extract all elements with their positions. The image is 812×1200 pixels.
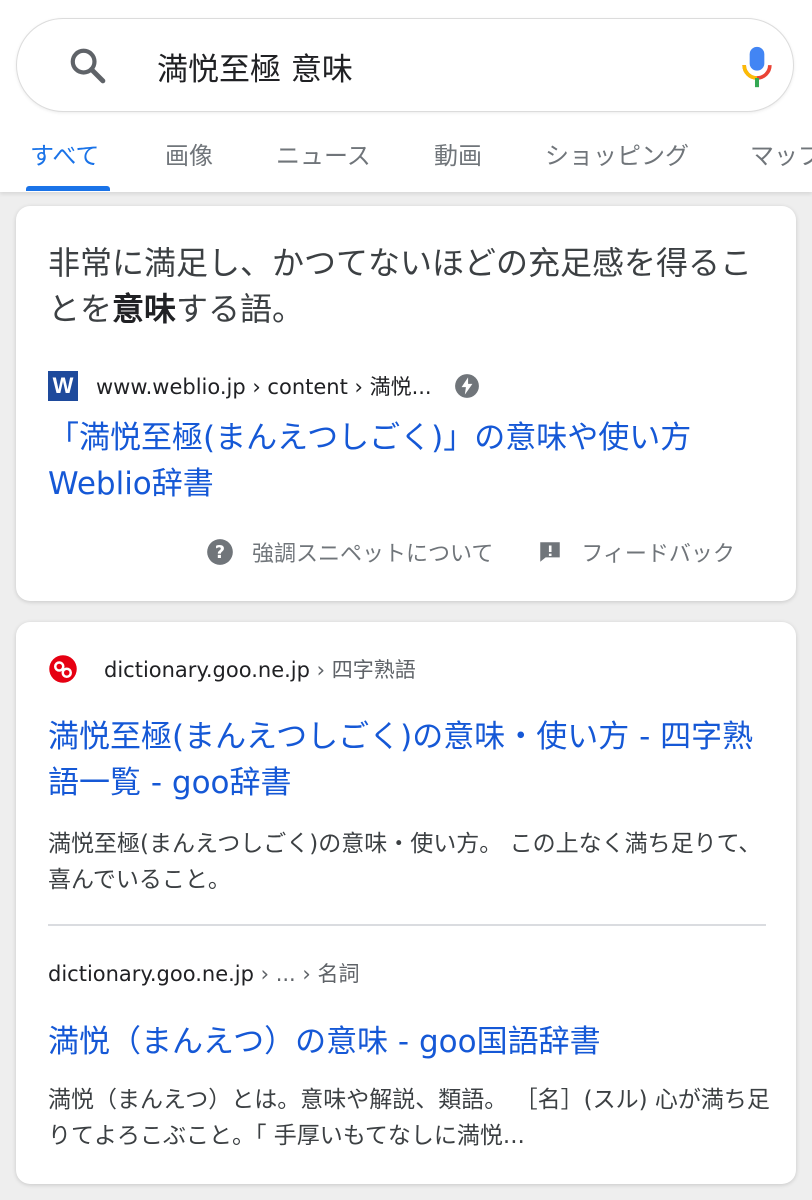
result-domain: dictionary.goo.ne.jp xyxy=(48,962,254,986)
result-url: dictionary.goo.ne.jp › ... › 名詞 xyxy=(48,958,359,988)
feedback-icon xyxy=(540,542,561,562)
help-icon: ? xyxy=(207,539,233,565)
microphone-icon[interactable] xyxy=(739,45,775,89)
tab-news[interactable]: ニュース xyxy=(276,136,371,171)
results-card: dictionary.goo.ne.jp › 四字熟語 満悦至極(まんえつしごく… xyxy=(16,622,796,1184)
header: すべて 画像 ニュース 動画 ショッピング マップ xyxy=(0,0,812,192)
featured-snippet-card: 非常に満足し、かつてないほどの充足感を得ることを意味する語。 W www.web… xyxy=(16,206,796,601)
tab-images[interactable]: 画像 xyxy=(165,136,213,171)
weblio-favicon-icon: W xyxy=(48,371,78,401)
search-tabs: すべて 画像 ニュース 動画 ショッピング マップ xyxy=(0,122,812,192)
source-url: www.weblio.jp › content › 満悦... xyxy=(96,371,432,401)
result-link[interactable]: 満悦至極(まんえつしごく)の意味・使い方 - 四字熟語一覧 - goo辞書 xyxy=(48,714,778,806)
answer-text-end: する語。 xyxy=(176,290,305,328)
snippet-result-link[interactable]: 「満悦至極(まんえつしごく)」の意味や使い方 Weblio辞書 xyxy=(48,415,778,507)
amp-lightning-icon xyxy=(454,374,479,398)
tab-maps[interactable]: マップ xyxy=(750,136,812,171)
snippet-source[interactable]: W www.weblio.jp › content › 満悦... xyxy=(48,369,480,403)
snippet-footer: ? 強調スニペットについて フィードバック xyxy=(206,536,735,568)
search-icon[interactable] xyxy=(67,45,109,87)
active-tab-indicator xyxy=(26,186,110,191)
about-snippets-link[interactable]: ? 強調スニペットについて xyxy=(206,536,493,568)
result-link[interactable]: 満悦（まんえつ）の意味 - goo国語辞書 xyxy=(48,1019,778,1065)
tab-videos[interactable]: 動画 xyxy=(434,136,482,171)
result-path: › ... › 名詞 xyxy=(253,962,360,986)
result-source[interactable]: dictionary.goo.ne.jp › ... › 名詞 xyxy=(48,956,359,990)
goo-favicon-icon xyxy=(49,655,77,683)
tab-shopping[interactable]: ショッピング xyxy=(545,136,689,171)
feedback-label: フィードバック xyxy=(581,542,735,567)
result-path: › 四字熟語 xyxy=(309,658,416,682)
search-bar[interactable] xyxy=(16,18,794,112)
source-domain: www.weblio.jp xyxy=(96,375,246,399)
result-url: dictionary.goo.ne.jp › 四字熟語 xyxy=(104,654,416,684)
answer-bold-term: 意味 xyxy=(112,290,177,328)
snippet-answer: 非常に満足し、かつてないほどの充足感を得ることを意味する語。 xyxy=(48,240,778,332)
svg-text:?: ? xyxy=(215,543,225,563)
result-domain: dictionary.goo.ne.jp xyxy=(104,658,310,682)
result-divider xyxy=(48,924,766,926)
result-description: 満悦（まんえつ）とは。意味や解説、類語。 ［名］(スル) 心が満ち足りてよろこぶ… xyxy=(48,1087,770,1149)
feedback-link[interactable]: フィードバック xyxy=(537,536,735,568)
tab-all[interactable]: すべて xyxy=(30,136,99,171)
search-input[interactable] xyxy=(157,43,677,89)
result-source[interactable]: dictionary.goo.ne.jp › 四字熟語 xyxy=(48,652,416,686)
about-snippets-label: 強調スニペットについて xyxy=(252,542,494,567)
source-path: › content › 満悦... xyxy=(245,375,432,399)
result-description: 満悦至極(まんえつしごく)の意味・使い方。 この上なく満ち足りて、喜んでいること… xyxy=(48,831,762,893)
